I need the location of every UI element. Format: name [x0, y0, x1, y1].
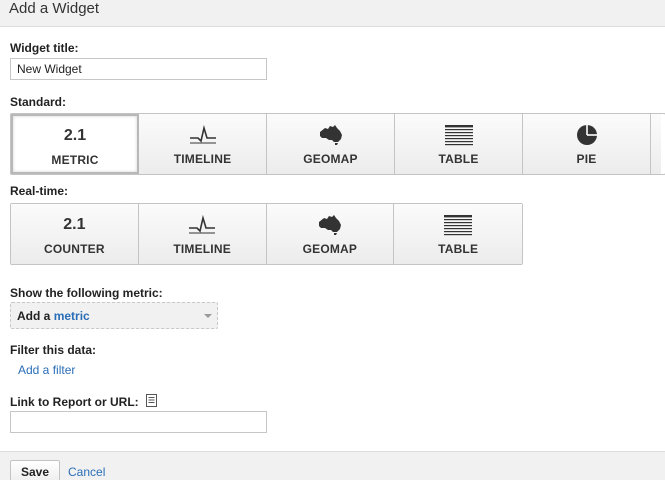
widget-title-label: Widget title: — [10, 41, 79, 55]
standard-metric-label: METRIC — [51, 153, 99, 167]
report-url-input[interactable] — [10, 411, 267, 433]
metric-number-icon: 2.1 — [63, 127, 87, 144]
save-button[interactable]: Save — [10, 460, 60, 480]
standard-pie-label: PIE — [576, 152, 597, 166]
geomap-icon — [267, 214, 394, 236]
pie-icon — [523, 124, 650, 146]
metric-link[interactable]: metric — [54, 309, 90, 323]
standard-more-button[interactable] — [651, 114, 661, 174]
geomap-icon — [267, 124, 394, 146]
timeline-icon — [139, 124, 266, 146]
realtime-table-button[interactable]: TABLE — [394, 204, 522, 264]
realtime-counter-label: COUNTER — [44, 242, 105, 256]
standard-button-group: 2.1 METRIC TIMELINE GEOMAP TABLE PIE — [10, 113, 665, 175]
dialog-header: Add a Widget — [0, 0, 665, 27]
counter-number-icon: 2.1 — [63, 216, 86, 233]
dialog-title: Add a Widget — [9, 0, 100, 17]
standard-timeline-label: TIMELINE — [173, 152, 232, 166]
standard-metric-button[interactable]: 2.1 METRIC — [11, 114, 139, 174]
filter-label: Filter this data: — [10, 343, 97, 357]
report-link-label: Link to Report or URL: — [10, 394, 157, 411]
realtime-button-group: 2.1 COUNTER TIMELINE GEOMAP TABLE — [10, 203, 523, 265]
report-page-icon — [146, 394, 157, 410]
standard-geomap-label: GEOMAP — [303, 152, 358, 166]
add-filter-link[interactable]: Add a filter — [18, 363, 75, 377]
realtime-label: Real-time: — [10, 184, 69, 198]
timeline-icon — [139, 214, 266, 236]
standard-table-button[interactable]: TABLE — [395, 114, 523, 174]
chevron-down-icon — [204, 314, 212, 318]
realtime-timeline-button[interactable]: TIMELINE — [138, 204, 267, 264]
standard-label: Standard: — [10, 95, 67, 109]
standard-pie-button[interactable]: PIE — [523, 114, 651, 174]
realtime-geomap-button[interactable]: GEOMAP — [266, 204, 395, 264]
realtime-timeline-label: TIMELINE — [173, 242, 231, 256]
dialog-footer: Save Cancel — [0, 451, 665, 480]
standard-table-label: TABLE — [438, 152, 479, 166]
realtime-table-label: TABLE — [438, 242, 479, 256]
table-icon — [394, 214, 522, 236]
standard-geomap-button[interactable]: GEOMAP — [267, 114, 395, 174]
realtime-counter-button[interactable]: 2.1 COUNTER — [11, 204, 139, 264]
metric-label: Show the following metric: — [10, 286, 163, 300]
widget-title-input[interactable] — [10, 58, 267, 80]
cancel-link[interactable]: Cancel — [68, 465, 105, 479]
standard-timeline-button[interactable]: TIMELINE — [139, 114, 267, 174]
metric-select[interactable]: Add a metric — [10, 302, 218, 329]
realtime-geomap-label: GEOMAP — [302, 242, 358, 256]
table-icon — [395, 124, 522, 146]
metric-select-text: Add a metric — [17, 309, 90, 323]
